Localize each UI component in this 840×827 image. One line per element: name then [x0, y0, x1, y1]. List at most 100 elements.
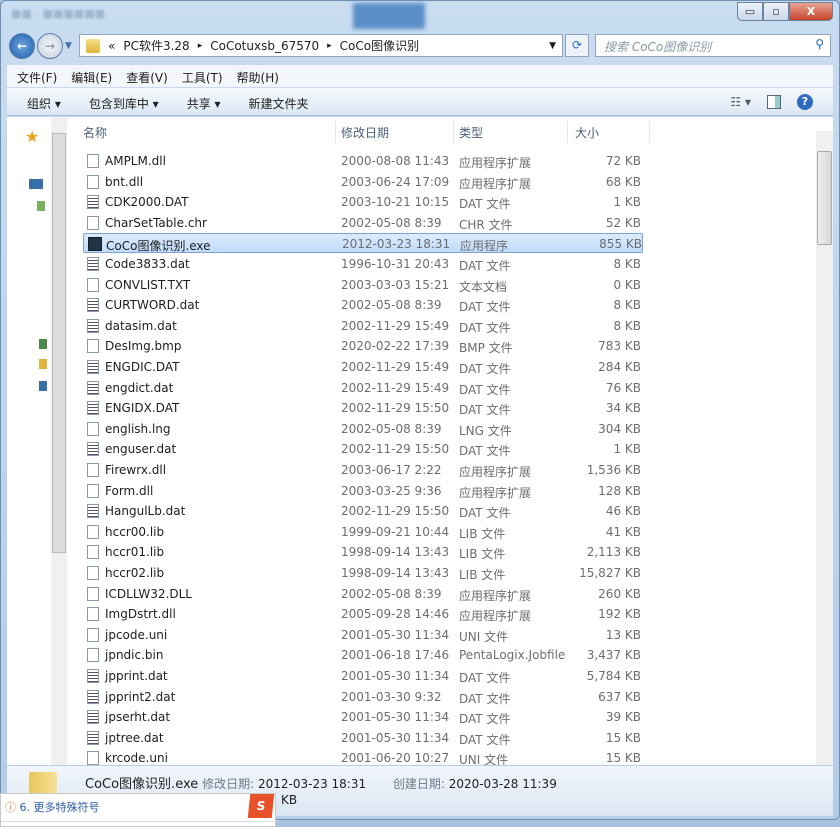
network-icon[interactable]	[39, 339, 47, 349]
file-size: 1 KB	[613, 195, 641, 210]
file-date: 2002-11-29 15:50	[341, 504, 450, 519]
file-row[interactable]: jpprint2.dat 2001-03-30 9:32 DAT 文件 637 KB	[83, 687, 643, 707]
address-dropdown-icon[interactable]: ▼	[549, 41, 556, 51]
favorites-star-icon[interactable]: ★	[25, 127, 39, 146]
file-date: 2001-05-30 11:34	[341, 730, 450, 745]
breadcrumb-separator[interactable]: ▸	[327, 41, 332, 51]
file-row[interactable]: ICDLLW32.DLL 2002-05-08 8:39 应用程序扩展 260 KB	[83, 584, 643, 604]
file-type: DAT 文件	[459, 732, 511, 747]
menu-edit[interactable]: 编辑(E)	[71, 69, 112, 85]
file-type: LIB 文件	[459, 526, 506, 541]
file-row[interactable]: CharSetTable.chr 2002-05-08 8:39 CHR 文件 52 …	[83, 213, 643, 233]
dll-file-icon	[87, 463, 99, 477]
file-file-icon	[87, 215, 99, 230]
file-type: DAT 文件	[459, 382, 511, 397]
file-type: DAT 文件	[459, 259, 511, 273]
dat-file-icon	[87, 360, 99, 374]
file-date: 2003-06-24 17:09	[341, 174, 450, 189]
breadcrumb-overflow[interactable]: «	[108, 39, 115, 53]
file-row[interactable]: Form.dll 2003-03-25 9:36 应用程序扩展 128 KB	[83, 481, 643, 501]
file-row[interactable]: english.lng 2002-05-08 8:39 LNG 文件 304 KB	[83, 419, 643, 439]
file-name: ENGIDX.DAT	[105, 401, 180, 416]
include-in-library-button[interactable]: 包含到库中 ▾	[89, 95, 159, 111]
file-file-icon	[87, 524, 99, 539]
nav-scrollbar[interactable]	[51, 117, 67, 765]
file-row[interactable]: DesImg.bmp 2020-02-22 17:39 BMP 文件 783 KB	[83, 336, 643, 356]
file-row[interactable]: ImgDstrt.dll 2005-09-28 14:46 应用程序扩展 192 KB	[83, 604, 643, 624]
file-row[interactable]: CoCo图像识别.exe 2012-03-23 18:31 应用程序 855 KB	[83, 233, 643, 254]
menu-tools[interactable]: 工具(T)	[182, 69, 223, 85]
file-row[interactable]: CURTWORD.dat 2002-05-08 8:39 DAT 文件 8 KB	[83, 295, 643, 315]
file-row[interactable]: jpserht.dat 2001-05-30 11:34 DAT 文件 39 KB	[83, 707, 643, 727]
menu-help[interactable]: 帮助(H)	[237, 69, 279, 85]
search-input[interactable]: 搜索 CoCo图像识别 ⚲	[595, 34, 831, 57]
file-row[interactable]: bnt.dll 2003-06-24 17:09 应用程序扩展 68 KB	[83, 172, 643, 192]
file-row[interactable]: engdict.dat 2002-11-29 15:49 DAT 文件 76 KB	[83, 378, 643, 398]
library-icon[interactable]	[37, 201, 45, 211]
file-row[interactable]: HangulLb.dat 2002-11-29 15:50 DAT 文件 46 KB	[83, 501, 643, 521]
breadcrumb-item[interactable]: PC软件3.28	[123, 37, 189, 54]
file-row[interactable]: hccr02.lib 1998-09-14 13:43 LIB 文件 15,827 K…	[83, 563, 643, 583]
file-type: BMP 文件	[459, 341, 513, 356]
menu-bar: 文件(F) 编辑(E) 查看(V) 工具(T) 帮助(H)	[7, 65, 833, 87]
file-date: 2002-11-29 15:50	[341, 442, 450, 457]
nav-scrollbar-thumb[interactable]	[52, 133, 66, 553]
minimize-button[interactable]: ▭	[737, 2, 763, 21]
file-date: 2002-05-08 8:39	[341, 586, 442, 601]
menu-file[interactable]: 文件(F)	[17, 69, 57, 85]
file-size: 284 KB	[598, 360, 641, 374]
vertical-scrollbar[interactable]	[816, 131, 833, 765]
file-row[interactable]: CONVLIST.TXT 2003-03-03 15:21 文本文档 0 KB	[83, 275, 643, 295]
file-type: 应用程序扩展	[459, 588, 532, 603]
view-options-icon[interactable]: ☷ ▾	[730, 95, 751, 109]
file-name: hccr02.lib	[105, 566, 165, 580]
close-button[interactable]: X	[789, 2, 833, 21]
file-row[interactable]: datasim.dat 2002-11-29 15:49 DAT 文件 8 KB	[83, 316, 643, 336]
file-row[interactable]: ENGIDX.DAT 2002-11-29 15:50 DAT 文件 34 KB	[83, 398, 643, 418]
file-size: 13 KB	[605, 627, 641, 642]
refresh-button[interactable]: ⟳	[565, 34, 589, 57]
breadcrumb-item[interactable]: CoCo图像识别	[340, 37, 419, 54]
file-row[interactable]: jpndic.bin 2001-06-18 17:46 PentaLogix.Job…	[83, 645, 643, 665]
help-icon[interactable]: ?	[797, 94, 813, 110]
file-row[interactable]: hccr01.lib 1998-09-14 13:43 LIB 文件 2,113 KB	[83, 542, 643, 562]
file-date: 2012-03-23 18:31	[342, 237, 451, 252]
column-size[interactable]: 大小	[575, 124, 599, 141]
maximize-button[interactable]: ▫	[763, 2, 789, 21]
search-icon[interactable]: ⚲	[815, 37, 824, 51]
recent-pages-dropdown[interactable]: ▼	[65, 41, 72, 51]
column-name[interactable]: 名称	[83, 124, 107, 141]
new-folder-button[interactable]: 新建文件夹	[249, 95, 309, 111]
file-row[interactable]: AMPLM.dll 2000-08-08 11:43 应用程序扩展 72 KB	[83, 151, 643, 171]
file-row[interactable]: Code3833.dat 1996-10-31 20:43 DAT 文件 8 KB	[83, 254, 643, 274]
organize-button[interactable]: 组织 ▾	[27, 95, 61, 111]
desktop-icon[interactable]	[29, 179, 43, 189]
column-type[interactable]: 类型	[459, 124, 483, 141]
menu-view[interactable]: 查看(V)	[126, 69, 168, 85]
file-date: 2001-06-20 10:27	[341, 751, 450, 766]
file-row[interactable]: Firewrx.dll 2003-06-17 2:22 应用程序扩展 1,536 KB	[83, 460, 643, 480]
share-button[interactable]: 共享 ▾	[187, 95, 221, 111]
folder-icon[interactable]	[39, 359, 47, 369]
back-button[interactable]: ←	[9, 33, 35, 59]
file-size: 8 KB	[613, 298, 641, 313]
forward-button[interactable]: →	[37, 33, 63, 59]
computer-icon[interactable]	[39, 381, 47, 391]
scrollbar-thumb[interactable]	[817, 151, 832, 245]
column-date[interactable]: 修改日期	[341, 124, 389, 141]
file-name: Form.dll	[105, 483, 154, 498]
file-row[interactable]: jpprint.dat 2001-05-30 11:34 DAT 文件 5,784 K…	[83, 666, 643, 686]
breadcrumb-item[interactable]: CoCotuxsb_67570	[210, 39, 319, 53]
file-row[interactable]: jpcode.uni 2001-05-30 11:34 UNI 文件 13 KB	[83, 625, 643, 645]
preview-pane-icon[interactable]	[767, 95, 781, 109]
file-row[interactable]: jptree.dat 2001-05-30 11:34 DAT 文件 15 KB	[83, 728, 643, 748]
file-size: 41 KB	[605, 524, 641, 539]
breadcrumb-separator[interactable]: ▸	[198, 41, 203, 51]
ime-suggestion[interactable]: ⓘ 6. 更多特殊符号	[5, 799, 100, 815]
file-row[interactable]: enguser.dat 2002-11-29 15:50 DAT 文件 1 KB	[83, 439, 643, 459]
file-row[interactable]: ENGDIC.DAT 2002-11-29 15:49 DAT 文件 284 KB	[83, 357, 643, 377]
file-row[interactable]: CDK2000.DAT 2003-10-21 10:15 DAT 文件 1 KB	[83, 192, 643, 212]
modified-value: 2012-03-23 18:31	[257, 777, 367, 791]
file-row[interactable]: hccr00.lib 1999-09-21 10:44 LIB 文件 41 KB	[83, 522, 643, 542]
address-bar[interactable]: « PC软件3.28 ▸ CoCotuxsb_67570 ▸ CoCo图像识别 …	[79, 34, 563, 57]
